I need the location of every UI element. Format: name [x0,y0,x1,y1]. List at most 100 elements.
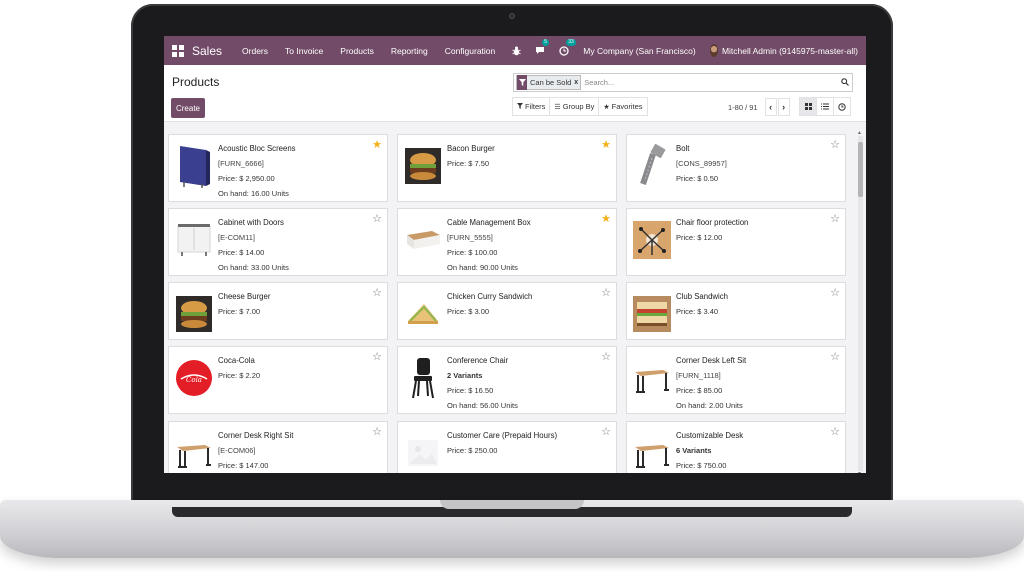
product-name[interactable]: Bolt [676,141,827,156]
groupby-button[interactable]: ☰ Group By [549,97,600,116]
star-outline-icon[interactable]: ☆ [601,350,611,363]
desk-image [633,355,671,401]
kanban-view-icon[interactable] [799,97,817,116]
product-card-body: Corner Desk Right Sit [E-COM06] Price: $ 1… [218,428,369,473]
product-name[interactable]: Cheese Burger [218,289,369,304]
star-outline-icon[interactable]: ☆ [372,425,382,438]
top-navbar: Sales Orders To Invoice Products Reporti… [164,36,866,65]
product-reference: [FURN_5555] [447,233,493,242]
star-outline-icon[interactable]: ☆ [830,212,840,225]
product-name[interactable]: Customizable Desk [676,428,827,443]
product-name[interactable]: Chicken Curry Sandwich [447,289,598,304]
product-card[interactable]: Cabinet with Doors [E-COM11] Price: $ 14.0… [168,208,388,276]
menu-products[interactable]: Products [340,46,374,56]
star-outline-icon[interactable]: ☆ [372,350,382,363]
product-card-body: Customizable Desk 6 Variants Price: $ 750.… [676,428,827,473]
product-card[interactable]: Chicken Curry Sandwich Price: $ 3.00 ☆ [397,282,617,340]
coca-cola-image: Cola [175,355,213,401]
apps-menu-icon[interactable] [172,44,184,57]
activity-clock-icon[interactable]: 33 [559,38,576,57]
lid-notch [440,500,584,509]
activity-view-icon[interactable] [833,97,851,116]
product-name[interactable]: Chair floor protection [676,215,827,230]
product-price: Price: $ 2.20 [218,371,261,380]
company-switcher[interactable]: My Company (San Francisco) [583,46,695,56]
product-name[interactable]: Coca-Cola [218,353,369,368]
menu-reporting[interactable]: Reporting [391,46,428,56]
filters-button[interactable]: Filters [512,97,551,116]
star-filled-icon[interactable]: ★ [601,212,611,225]
product-reference: [E-COM11] [218,233,255,242]
chat-icon[interactable]: 5 [535,38,550,57]
page-title: Products [172,75,220,89]
search-icon[interactable] [838,77,852,88]
list-view-icon[interactable] [816,97,834,116]
user-avatar[interactable] [709,44,718,57]
user-menu[interactable]: Mitchell Admin (9145975-master-all) [722,46,858,56]
star-icon: ★ [603,103,610,111]
scroll-thumb[interactable] [858,142,863,197]
product-onhand: On hand: 16.00 Units [218,189,289,198]
star-outline-icon[interactable]: ☆ [372,212,382,225]
product-card[interactable]: Cable Management Box [FURN_5555] Price: $ … [397,208,617,276]
filter-icon [517,75,527,90]
star-filled-icon[interactable]: ★ [601,138,611,151]
product-name[interactable]: Corner Desk Right Sit [218,428,369,443]
menu-orders[interactable]: Orders [242,46,268,56]
product-card-body: Bacon Burger Price: $ 7.50 [447,141,598,171]
facet-remove-icon[interactable]: x [574,79,580,86]
product-card[interactable]: Bolt [CONS_89957] Price: $ 0.50 ☆ [626,134,846,202]
search-bar[interactable]: Can be Sold x [513,73,853,92]
star-outline-icon[interactable]: ☆ [830,138,840,151]
app-brand[interactable]: Sales [192,44,222,58]
pager-next-icon[interactable]: › [777,98,790,116]
product-card[interactable]: Corner Desk Left Sit [FURN_1118] Price: $ … [626,346,846,414]
product-price: Price: $ 0.50 [676,174,719,183]
scroll-up-icon[interactable]: ▲ [857,130,862,136]
star-outline-icon[interactable]: ☆ [601,425,611,438]
product-card[interactable]: Bacon Burger Price: $ 7.50 ★ [397,134,617,202]
create-button[interactable]: Create [171,98,205,118]
desk-image [633,430,671,473]
product-card[interactable]: Chair floor protection Price: $ 12.00 ☆ [626,208,846,276]
product-card-body: Coca-Cola Price: $ 2.20 [218,353,369,383]
product-card[interactable]: Acoustic Bloc Screens [FURN_6666] Price: $… [168,134,388,202]
product-name[interactable]: Customer Care (Prepaid Hours) [447,428,598,443]
product-name[interactable]: Cabinet with Doors [218,215,369,230]
product-name[interactable]: Conference Chair [447,353,598,368]
star-outline-icon[interactable]: ☆ [830,350,840,363]
favorites-button[interactable]: ★ Favorites [598,97,648,116]
product-card[interactable]: Customer Care (Prepaid Hours) Price: $ 25… [397,421,617,473]
product-card[interactable]: Cola Coca-Cola Price: $ 2.20 ☆ [168,346,388,414]
product-reference: [FURN_1118] [676,371,721,380]
product-card[interactable]: Customizable Desk 6 Variants Price: $ 750.… [626,421,846,473]
star-outline-icon[interactable]: ☆ [830,425,840,438]
pager-previous-icon[interactable]: ‹ [764,98,777,116]
menu-to-invoice[interactable]: To Invoice [285,46,323,56]
product-name[interactable]: Corner Desk Left Sit [676,353,827,368]
product-card[interactable]: Cheese Burger Price: $ 7.00 ☆ [168,282,388,340]
product-name[interactable]: Club Sandwich [676,289,827,304]
bolt-image [633,143,671,189]
star-outline-icon[interactable]: ☆ [372,286,382,299]
product-name[interactable]: Acoustic Bloc Screens [218,141,369,156]
product-card[interactable]: Corner Desk Right Sit [E-COM06] Price: $ 1… [168,421,388,473]
scroll-down-icon[interactable]: ▼ [857,471,862,473]
scrollbar[interactable]: ▲ ▼ [857,130,863,473]
product-card-body: Bolt [CONS_89957] Price: $ 0.50 [676,141,827,186]
product-name[interactable]: Bacon Burger [447,141,598,156]
product-card[interactable]: Club Sandwich Price: $ 3.40 ☆ [626,282,846,340]
desk-image [175,430,213,473]
product-card[interactable]: Conference Chair 2 Variants Price: $ 16.50… [397,346,617,414]
menu-configuration[interactable]: Configuration [445,46,496,56]
pager-value[interactable]: 1-80 / 91 [728,103,758,112]
star-outline-icon[interactable]: ☆ [601,286,611,299]
search-input[interactable] [584,78,838,87]
product-name[interactable]: Cable Management Box [447,215,598,230]
favorites-label: Favorites [611,102,643,111]
bug-icon[interactable] [512,45,521,57]
list-icon: ☰ [554,103,561,111]
facet-label: Can be Sold [530,78,572,87]
star-filled-icon[interactable]: ★ [372,138,382,151]
star-outline-icon[interactable]: ☆ [830,286,840,299]
